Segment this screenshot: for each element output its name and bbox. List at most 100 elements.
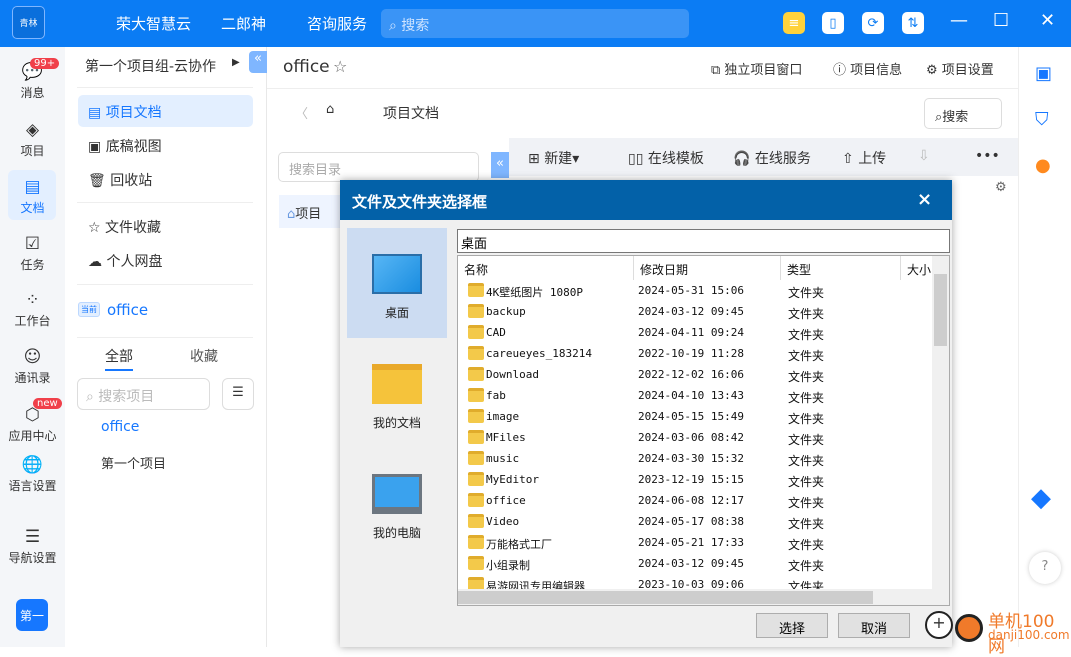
folder-icon (468, 472, 484, 486)
folder-icon (468, 304, 484, 318)
search-button[interactable]: ⌕搜索 (924, 98, 1002, 129)
menu-draft-view[interactable]: ▣ 底稿视图 (78, 129, 253, 161)
hscroll-thumb[interactable] (458, 591, 873, 604)
file-row[interactable]: image 2024-05-15 15:49 文件夹 (458, 406, 932, 427)
divider (77, 202, 253, 203)
place-my-computer[interactable]: 我的电脑 (347, 448, 447, 558)
tab-all[interactable]: 全部 (105, 346, 133, 371)
horizontal-scrollbar[interactable] (458, 589, 949, 605)
file-row[interactable]: 万能格式工厂 2024-05-21 17:33 文件夹 (458, 532, 932, 553)
online-service-button[interactable]: 🎧 在线服务 (733, 148, 811, 168)
column-date[interactable]: 修改日期 (634, 256, 781, 280)
menu-project-docs[interactable]: ▤ 项目文档 (78, 95, 253, 127)
user-add-icon[interactable]: ● (1035, 155, 1051, 176)
back-icon[interactable]: 〈 (295, 103, 308, 122)
assistant-icon[interactable]: ◆ (1031, 483, 1051, 513)
global-search-input[interactable]: ⌕ 搜索 (381, 9, 689, 38)
file-date: 2024-05-17 08:38 (638, 515, 744, 528)
collapse-tree-button[interactable]: « (491, 152, 509, 178)
menu-recycle-bin[interactable]: 🗑 回收站 (78, 163, 253, 195)
minimize-button[interactable]: — (950, 10, 968, 31)
place-desktop[interactable]: 桌面 (347, 228, 447, 338)
tab-favorites[interactable]: 收藏 (190, 346, 218, 366)
more-button[interactable]: ••• (975, 148, 1000, 164)
file-row[interactable]: 4K壁纸图片 1080P 2024-05-31 15:06 文件夹 (458, 280, 932, 301)
file-row[interactable]: MFiles 2024-03-06 08:42 文件夹 (458, 427, 932, 448)
home-icon[interactable]: ⌂ (326, 102, 334, 117)
project-search-input[interactable]: ⌕ 搜索项目 (77, 378, 210, 410)
menu-favorites[interactable]: ☆ 文件收藏 (78, 210, 253, 242)
current-project[interactable]: office (107, 301, 148, 319)
nav-erlangshen[interactable]: 二郎神 (221, 13, 266, 34)
sync-icon[interactable]: ⟳ (862, 12, 884, 34)
file-type: 文件夹 (788, 433, 825, 447)
rail-projects[interactable]: ◈ 项目 (0, 120, 65, 159)
project-settings-button[interactable]: ⚙ 项目设置 (926, 59, 994, 78)
sort-icon[interactable]: ☰ (222, 378, 254, 410)
column-type[interactable]: 类型 (781, 256, 901, 280)
scroll-thumb[interactable] (934, 274, 947, 346)
shield-check-icon[interactable]: ⛉ (1035, 109, 1049, 130)
document-icon: ▤ (24, 177, 41, 197)
file-date: 2024-04-11 09:24 (638, 326, 744, 339)
file-row[interactable]: careueyes_183214 2022-10-19 11:28 文件夹 (458, 343, 932, 364)
ai-chat-icon[interactable]: ▣ (1035, 63, 1052, 84)
close-button[interactable]: ✕ (1040, 10, 1055, 31)
star-icon[interactable]: ☆ (333, 57, 347, 76)
file-type: 文件夹 (788, 538, 825, 552)
nav-consulting[interactable]: 咨询服务 (307, 13, 367, 34)
file-date: 2024-04-10 13:43 (638, 389, 744, 402)
menu-personal-drive[interactable]: ☁ 个人网盘 (78, 244, 253, 276)
file-row[interactable]: office 2024-06-08 12:17 文件夹 (458, 490, 932, 511)
project-item[interactable]: office (101, 419, 139, 435)
rail-messages[interactable]: 💬 消息 99+ (0, 58, 65, 101)
transfer-icon[interactable]: ⇅ (902, 12, 924, 34)
online-template-button[interactable]: ▯▯ 在线模板 (628, 148, 704, 168)
user-avatar[interactable]: 第一 (16, 599, 48, 631)
project-info-button[interactable]: ⓘ 项目信息 (833, 59, 902, 78)
rail-workbench[interactable]: ⁘ 工作台 (0, 290, 65, 329)
rail-contacts[interactable]: ☺ 通讯录 (0, 347, 65, 386)
expand-arrow-icon[interactable]: ▶ (232, 57, 240, 68)
file-name: fab (486, 389, 506, 402)
directory-search-input[interactable]: 搜索目录 (278, 152, 479, 182)
place-my-documents[interactable]: 我的文档 (347, 338, 447, 448)
maximize-button[interactable]: ☐ (993, 10, 1009, 31)
rail-documents[interactable]: ▤ 文档 (0, 177, 65, 216)
rail-language[interactable]: 🌐 语言设置 (0, 455, 65, 494)
file-row[interactable]: fab 2024-04-10 13:43 文件夹 (458, 385, 932, 406)
column-name[interactable]: 名称 (458, 256, 634, 280)
file-row[interactable]: 小组录制 2024-03-12 09:45 文件夹 (458, 553, 932, 574)
standalone-window-button[interactable]: ⧉ 独立项目窗口 (711, 59, 802, 78)
note-icon[interactable]: ≡ (783, 12, 805, 34)
tree-root[interactable]: ⌂项目 (279, 195, 341, 228)
divider (77, 87, 253, 88)
dialog-close-button[interactable]: × (917, 189, 932, 210)
file-row[interactable]: MyEditor 2023-12-19 15:15 文件夹 (458, 469, 932, 490)
download-icon[interactable]: ⇩ (918, 148, 930, 164)
cancel-button[interactable]: 取消 (838, 613, 910, 638)
project-item[interactable]: 第一个项目 (101, 453, 166, 472)
file-name: Download (486, 368, 539, 381)
upload-button[interactable]: ⇧ 上传 (842, 148, 886, 168)
file-row[interactable]: backup 2024-03-12 09:45 文件夹 (458, 301, 932, 322)
help-icon[interactable]: ? (1029, 552, 1061, 584)
mobile-icon[interactable]: ▯ (822, 12, 844, 34)
vertical-scrollbar[interactable] (932, 256, 949, 589)
file-row[interactable]: Download 2022-12-02 16:06 文件夹 (458, 364, 932, 385)
rail-tasks[interactable]: ☑ 任务 (0, 234, 65, 273)
rail-app-center[interactable]: ⬡ 应用中心 new (0, 398, 65, 444)
settings-icon[interactable]: ⚙ (995, 180, 1007, 195)
new-button[interactable]: ⊞ 新建▾ (528, 148, 579, 168)
path-input[interactable]: 桌面 (457, 229, 950, 253)
folder-icon (468, 556, 484, 570)
nav-rongda[interactable]: 荣大智慧云 (116, 13, 191, 34)
select-button[interactable]: 选择 (756, 613, 828, 638)
file-row[interactable]: music 2024-03-30 15:32 文件夹 (458, 448, 932, 469)
file-row[interactable]: Video 2024-05-17 08:38 文件夹 (458, 511, 932, 532)
collapse-panel-button[interactable]: « (249, 51, 267, 73)
file-name: MyEditor (486, 473, 539, 486)
file-row[interactable]: CAD 2024-04-11 09:24 文件夹 (458, 322, 932, 343)
rail-nav-settings[interactable]: ☰ 导航设置 (0, 527, 65, 566)
project-group-title[interactable]: 第一个项目组-云协作 (85, 56, 216, 76)
